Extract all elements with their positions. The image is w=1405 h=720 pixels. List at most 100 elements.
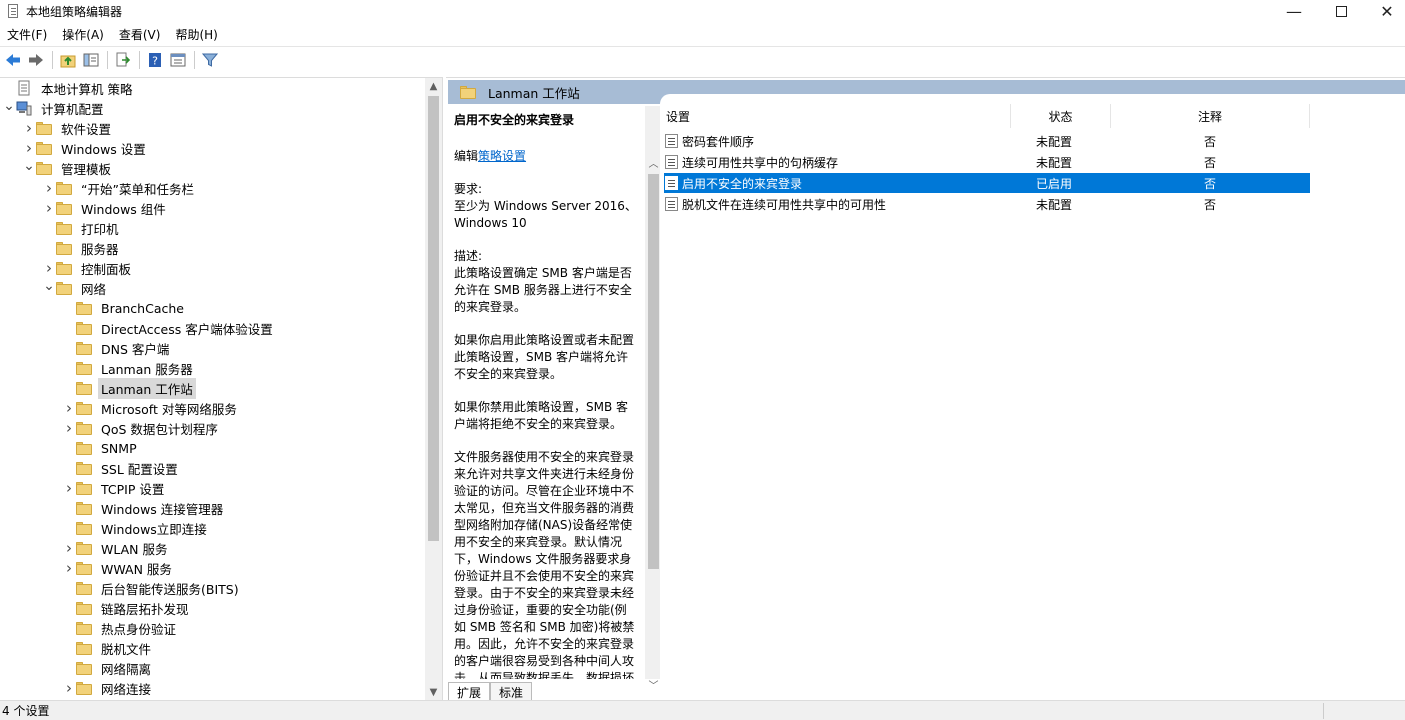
chevron-right-icon[interactable]: › [62,398,76,418]
column-header-state[interactable]: 状态 [1010,104,1110,128]
chevron-down-icon[interactable]: ⌄ [22,158,36,178]
menu-file[interactable]: 文件(F) [0,26,55,43]
tree-item-label: Windows 设置 [61,141,146,157]
chevron-right-icon[interactable]: › [42,258,56,278]
policy-setting-icon [665,197,678,211]
chevron-down-icon[interactable]: ⌄ [42,278,56,298]
tree-item[interactable]: 链路层拓扑发现 [0,598,425,618]
tree-item[interactable]: › 软件设置 [0,118,425,138]
setting-note: 否 [1204,197,1217,212]
tab-extended[interactable]: 扩展 [448,682,491,701]
tree-item[interactable]: Lanman 工作站 [0,377,425,399]
folder-icon [76,302,92,315]
tree-item[interactable]: › WLAN 服务 [0,538,425,558]
tree-item-label: 网络隔离 [101,661,152,677]
menu-help[interactable]: 帮助(H) [168,26,225,43]
toolbar: ? [0,46,1405,72]
folder-icon [36,142,52,155]
forward-button[interactable] [25,49,47,71]
maximize-button[interactable] [1318,0,1364,22]
tree-item[interactable]: › Windows 组件 [0,198,425,218]
scroll-up-arrow-icon[interactable]: ▲ [425,78,442,95]
tree-item[interactable]: 打印机 [0,218,425,238]
expander-spacer [62,378,76,398]
toolbar-separator [194,50,195,69]
tree-vertical-scrollbar[interactable]: ▲ ▼ [425,78,442,700]
requirements-text: 至少为 Windows Server 2016、Windows 10 [454,199,637,230]
tree-item[interactable]: › QoS 数据包计划程序 [0,418,425,438]
setting-note: 否 [1204,176,1217,191]
column-header-setting[interactable]: 设置 [666,104,1006,128]
chevron-right-icon[interactable]: › [62,538,76,558]
tree-item[interactable]: 脱机文件 [0,638,425,658]
filter-button[interactable] [199,49,221,71]
up-folder-button[interactable] [57,49,79,71]
tree-item[interactable]: Windows立即连接 [0,518,425,538]
chevron-right-icon[interactable]: › [62,418,76,438]
column-header-note[interactable]: 注释 [1110,104,1310,128]
tree-item-label: 后台智能传送服务(BITS) [101,581,239,597]
tree-item[interactable]: BranchCache [0,298,425,318]
minimize-button[interactable]: — [1271,0,1317,22]
tree-item[interactable]: › 控制面板 [0,258,425,278]
tree-item-label: “开始”菜单和任务栏 [81,181,194,197]
tree-item[interactable]: DirectAccess 客户端体验设置 [0,318,425,338]
export-list-button[interactable] [112,49,134,71]
setting-state: 已启用 [1036,176,1073,191]
chevron-right-icon[interactable]: › [42,178,56,198]
expander-spacer [2,78,16,98]
window-title: 本地组策略编辑器 [26,4,123,19]
tree-item[interactable]: ⌄ 网络 [0,278,425,298]
tree-item[interactable]: 网络隔离 [0,658,425,678]
folder-icon [76,362,92,375]
tree-item[interactable]: 本地计算机 策略 [0,78,425,98]
chevron-right-icon[interactable]: › [62,558,76,578]
tree-item[interactable]: › Microsoft 对等网络服务 [0,398,425,418]
scroll-thumb[interactable] [648,174,659,569]
tree-item[interactable]: ⌄ 计算机配置 [0,98,425,118]
setting-state: 未配置 [1036,134,1073,149]
tree-item-label: Microsoft 对等网络服务 [101,401,237,417]
tree-item[interactable]: Lanman 服务器 [0,358,425,378]
tree-item[interactable]: DNS 客户端 [0,338,425,358]
tree-item[interactable]: › 网络连接 [0,678,425,698]
list-item[interactable]: 脱机文件在连续可用性共享中的可用性 未配置 否 [664,194,1310,214]
folder-icon [76,402,92,415]
show-hide-tree-button[interactable] [80,49,102,71]
tree-item[interactable]: › TCPIP 设置 [0,478,425,498]
help-icon: ? [149,52,161,67]
chevron-down-icon[interactable]: ⌄ [2,98,16,118]
folder-icon [76,662,92,675]
chevron-right-icon[interactable]: › [62,678,76,698]
scroll-thumb[interactable] [428,96,439,541]
tree-item-label: 管理模板 [61,161,112,177]
tree-item[interactable]: SNMP [0,438,425,458]
tree-item[interactable]: 服务器 [0,238,425,258]
properties-button[interactable] [167,49,189,71]
tree-item[interactable]: Windows 连接管理器 [0,498,425,518]
chevron-right-icon[interactable]: › [22,118,36,138]
tree-item[interactable]: › WWAN 服务 [0,558,425,578]
help-button[interactable]: ? [144,49,166,71]
folder-icon [36,122,52,135]
chevron-right-icon[interactable]: › [42,198,56,218]
chevron-right-icon[interactable]: › [22,138,36,158]
tree-item[interactable]: ⌄ 管理模板 [0,158,425,178]
back-button[interactable] [2,49,24,71]
tree-item-label: 网络 [81,281,107,297]
list-item[interactable]: 连续可用性共享中的句柄缓存 未配置 否 [664,152,1310,172]
menu-view[interactable]: 查看(V) [112,26,169,43]
close-button[interactable]: ✕ [1364,0,1405,22]
tree-item[interactable]: 热点身份验证 [0,618,425,638]
tree-item[interactable]: › “开始”菜单和任务栏 [0,178,425,198]
menu-action[interactable]: 操作(A) [55,26,112,43]
tree-item[interactable]: › Windows 设置 [0,138,425,158]
tree-item[interactable]: SSL 配置设置 [0,458,425,478]
tab-standard[interactable]: 标准 [490,682,533,701]
edit-policy-link[interactable]: 策略设置 [478,149,526,163]
list-item[interactable]: 启用不安全的来宾登录 已启用 否 [664,173,1310,193]
chevron-right-icon[interactable]: › [62,478,76,498]
list-item[interactable]: 密码套件顺序 未配置 否 [664,131,1310,151]
tree-item[interactable]: 后台智能传送服务(BITS) [0,578,425,598]
scroll-down-arrow-icon[interactable]: ▼ [425,684,442,700]
